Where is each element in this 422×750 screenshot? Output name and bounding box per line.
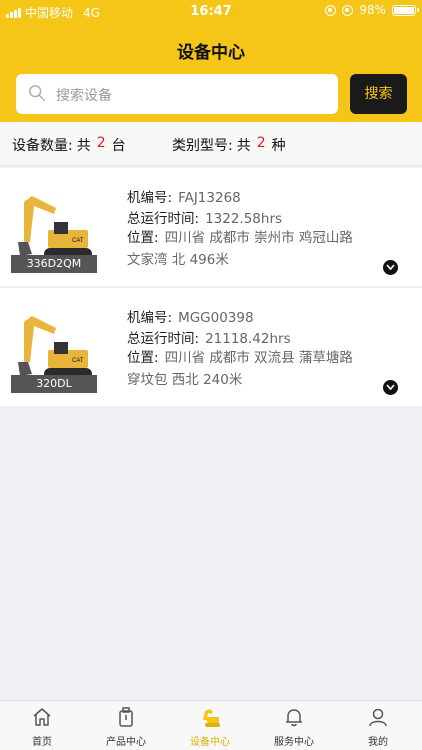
search-placeholder: 搜索设备 — [56, 88, 112, 104]
type-count: 类别型号: 共 2 种 — [172, 135, 286, 155]
search-input[interactable]: 搜索设备 — [16, 74, 338, 114]
location-value: 四川省 成都市 双流县 蒲草塘路 — [164, 350, 353, 366]
type-count-label: 类别型号: — [172, 138, 233, 154]
location-label: 位置: — [127, 230, 159, 246]
search-icon — [29, 85, 45, 101]
header-bar: 中国移动 4G 16:47 98% 设备中心 搜索设备 搜索 — [0, 0, 422, 122]
location-label: 位置: — [127, 350, 159, 366]
device-count-value: 2 — [96, 135, 106, 151]
battery-icon — [392, 4, 419, 16]
machine-id: 机编号: FAJ13268 — [127, 186, 241, 206]
device-count-prefix: 共 — [76, 138, 91, 154]
model-label: 320DL — [11, 375, 97, 393]
tab-home[interactable]: 首页 — [0, 701, 84, 750]
page-title: 设备中心 — [177, 43, 245, 63]
tab-profile[interactable]: 我的 — [336, 701, 420, 750]
location-value: 四川省 成都市 崇州市 鸡冠山路 — [164, 230, 353, 246]
device-count-label: 设备数量: — [12, 138, 73, 154]
machine-id: 机编号: MGG00398 — [127, 306, 254, 326]
location-continued: 穿坟包 西北 240米 — [127, 372, 243, 388]
location: 位置: 四川省 成都市 双流县 蒲草塘路 — [127, 346, 353, 366]
tab-bar: 首页 产品中心 设备中心 服务中心 我的 — [0, 700, 422, 750]
home-icon — [33, 708, 51, 726]
device-count-unit: 台 — [111, 138, 126, 154]
tab-service[interactable]: 服务中心 — [252, 701, 336, 750]
tab-service-label: 服务中心 — [274, 737, 314, 748]
status-bar: 中国移动 4G 16:47 98% — [0, 0, 422, 22]
machine-id-label: 机编号: — [127, 310, 173, 326]
run-hours-label: 总运行时间: — [127, 211, 200, 227]
machine-id-label: 机编号: — [127, 190, 173, 206]
expand-button[interactable] — [383, 380, 398, 395]
user-icon — [369, 708, 387, 727]
alarm-icon — [342, 4, 354, 16]
run-hours-value: 1322.58hrs — [205, 211, 283, 227]
run-hours-label: 总运行时间: — [127, 331, 200, 347]
svg-text:CAT: CAT — [72, 358, 84, 364]
type-count-prefix: 共 — [236, 138, 251, 154]
chevron-down-icon — [386, 384, 395, 391]
model-label: 336D2QM — [11, 255, 97, 273]
location-continued: 文家湾 北 496米 — [127, 252, 229, 268]
tab-products[interactable]: 产品中心 — [84, 701, 168, 750]
tab-products-label: 产品中心 — [106, 737, 146, 748]
device-card[interactable]: CAT 336D2QM 机编号: FAJ13268 总运行时间: 1322.58hr… — [0, 168, 422, 286]
bell-icon — [286, 709, 302, 727]
device-count: 设备数量: 共 2 台 — [12, 135, 126, 155]
stats-bar: 设备数量: 共 2 台 类别型号: 共 2 种 — [0, 122, 422, 166]
run-hours-value: 21118.42hrs — [205, 331, 291, 347]
chevron-down-icon — [386, 264, 395, 271]
product-icon — [119, 707, 133, 727]
expand-button[interactable] — [383, 260, 398, 275]
machine-id-value: FAJ13268 — [178, 190, 241, 206]
battery-percent: 98% — [359, 3, 386, 17]
lock-rotation-icon — [325, 4, 337, 16]
device-card[interactable]: CAT 320DL 机编号: MGG00398 总运行时间: 21118.42hrs… — [0, 288, 422, 406]
tab-home-label: 首页 — [32, 737, 52, 748]
location: 位置: 四川省 成都市 崇州市 鸡冠山路 — [127, 226, 353, 246]
tab-profile-label: 我的 — [368, 737, 388, 748]
machine-id-value: MGG00398 — [178, 310, 254, 326]
type-count-value: 2 — [256, 135, 266, 151]
tab-devices-label: 设备中心 — [190, 737, 230, 748]
run-hours: 总运行时间: 21118.42hrs — [127, 327, 291, 347]
type-count-unit: 种 — [271, 138, 286, 154]
tab-devices[interactable]: 设备中心 — [168, 701, 252, 750]
search-button[interactable]: 搜索 — [350, 74, 407, 114]
run-hours: 总运行时间: 1322.58hrs — [127, 207, 282, 227]
svg-text:CAT: CAT — [72, 238, 84, 244]
excavator-icon — [203, 709, 220, 727]
